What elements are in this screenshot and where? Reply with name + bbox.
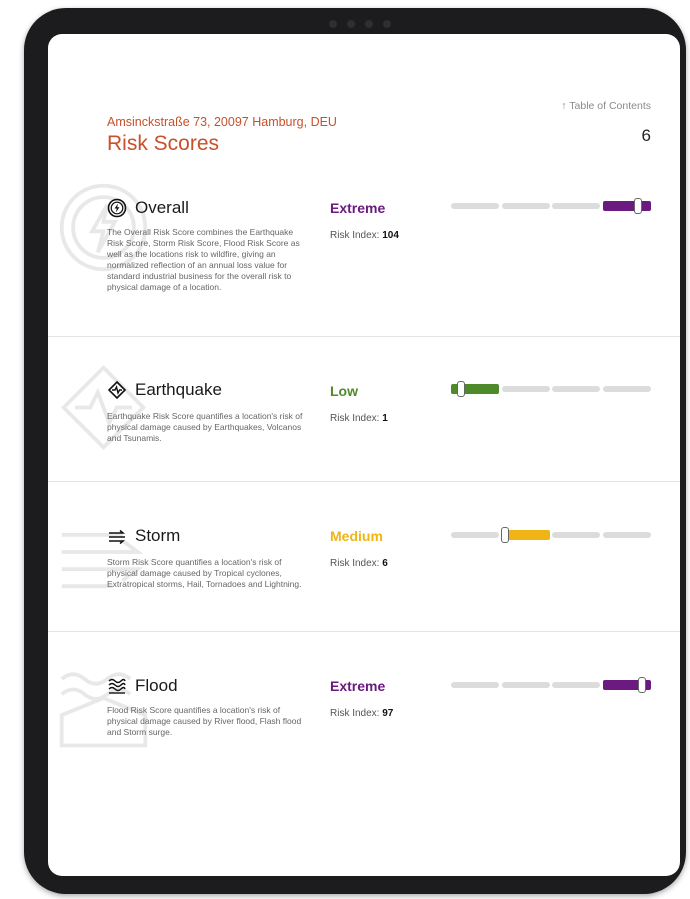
gauge-segment: [552, 682, 600, 688]
page-number: 6: [641, 126, 651, 145]
gauge-segment: [451, 203, 499, 209]
risk-name: Earthquake: [135, 380, 222, 399]
gauge-knob: [457, 381, 466, 397]
gauge-segment: [501, 386, 550, 392]
section-divider: [48, 631, 680, 632]
risk-gauge: [451, 677, 652, 693]
gauge-knob: [637, 677, 646, 693]
earthquake-icon: [107, 380, 127, 400]
gauge-segment: [451, 682, 499, 688]
page-title: Risk Scores: [107, 132, 220, 155]
risk-level: Low: [330, 383, 358, 399]
lightning-circle-icon: [107, 198, 127, 218]
gauge-segment: [451, 532, 499, 538]
risk-description: The Overall Risk Score combines the Eart…: [107, 227, 300, 292]
address: Amsinckstraße 73, 20097 Hamburg, DEU: [107, 115, 337, 129]
report-page: ↑ Table of Contents 6 Amsinckstraße 73, …: [48, 34, 680, 876]
risk-index: Risk Index: 6: [330, 558, 388, 569]
risk-gauge: [451, 381, 652, 397]
risk-index: Risk Index: 97: [330, 708, 394, 719]
risk-description: Storm Risk Score quantifies a location's…: [107, 557, 302, 589]
risk-level: Medium: [330, 528, 383, 544]
section-divider: [48, 481, 680, 482]
risk-name: Storm: [135, 526, 181, 545]
gauge-segment: [501, 203, 550, 209]
gauge-segment: [552, 532, 600, 538]
gauge-segment: [552, 386, 600, 392]
gauge-segment: [602, 386, 651, 392]
gauge-segment: [602, 532, 651, 538]
risk-gauge: [451, 198, 652, 214]
gauge-knob: [633, 198, 642, 214]
risk-description: Flood Risk Score quantifies a location's…: [107, 705, 302, 737]
storm-wind-icon: [107, 526, 127, 546]
risk-name: Overall: [135, 198, 189, 217]
gauge-segment: [501, 682, 550, 688]
camera-bar: [329, 20, 391, 30]
risk-level: Extreme: [330, 678, 386, 694]
risk-index: Risk Index: 104: [330, 230, 399, 241]
risk-description: Earthquake Risk Score quantifies a locat…: [107, 411, 303, 443]
gauge-segment: [552, 203, 600, 209]
risk-name: Flood: [135, 676, 178, 695]
risk-index: Risk Index: 1: [330, 413, 388, 424]
flood-waves-icon: [107, 676, 127, 696]
risk-gauge: [451, 527, 652, 543]
gauge-fill: [602, 201, 651, 211]
section-divider: [48, 336, 680, 337]
table-of-contents-link[interactable]: ↑ Table of Contents: [561, 100, 651, 112]
risk-level: Extreme: [330, 200, 386, 216]
gauge-knob: [501, 527, 510, 543]
